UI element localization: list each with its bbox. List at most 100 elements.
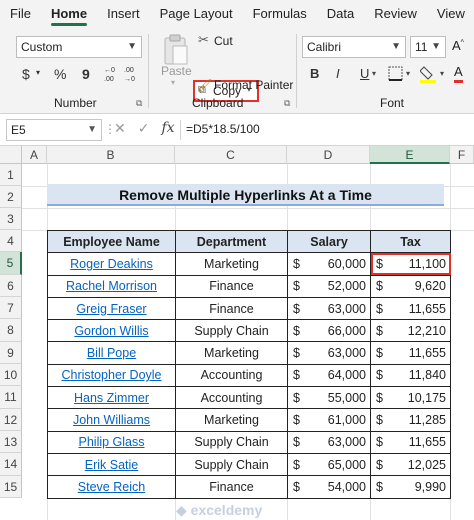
salary-cell[interactable]: $66,000 [287, 319, 371, 343]
enter-icon[interactable]: ✓ [138, 120, 150, 137]
column-header-f[interactable]: F [450, 146, 474, 164]
salary-cell[interactable]: $63,000 [287, 341, 371, 365]
row-header-6[interactable]: 6 [0, 275, 22, 297]
row-header-13[interactable]: 13 [0, 431, 22, 453]
row-header-12[interactable]: 12 [0, 409, 22, 431]
employee-name-cell[interactable]: Steve Reich [47, 475, 176, 499]
employee-name-cell[interactable]: Bill Pope [47, 341, 176, 365]
chevron-down-icon[interactable]: ▾ [171, 78, 175, 87]
tax-cell[interactable]: $11,655 [370, 341, 451, 365]
row-header-9[interactable]: 9 [0, 342, 22, 364]
tax-cell[interactable]: $11,840 [370, 363, 451, 388]
formula-input[interactable]: =D5*18.5/100 [186, 122, 260, 136]
department-cell[interactable]: Marketing [175, 408, 288, 432]
chevron-down-icon[interactable]: ▾ [406, 69, 410, 78]
employee-name-link[interactable]: Philip Glass [79, 435, 145, 449]
salary-cell[interactable]: $61,000 [287, 408, 371, 432]
select-all-button[interactable] [0, 146, 22, 164]
employee-name-link[interactable]: Steve Reich [78, 480, 145, 494]
chevron-down-icon[interactable]: ▾ [36, 68, 40, 77]
department-cell[interactable]: Marketing [175, 252, 288, 276]
insert-function-icon[interactable]: fx [161, 120, 174, 137]
row-header-11[interactable]: 11 [0, 386, 22, 409]
tab-home[interactable]: Home [41, 0, 97, 28]
header-tax[interactable]: Tax [370, 229, 451, 254]
tab-file[interactable]: File [0, 0, 41, 28]
row-header-3[interactable]: 3 [0, 208, 22, 230]
column-header-c[interactable]: C [175, 146, 287, 164]
salary-cell[interactable]: $60,000 [287, 252, 371, 276]
tab-insert[interactable]: Insert [97, 0, 150, 28]
tax-cell[interactable]: $11,100 [370, 252, 451, 276]
row-header-2[interactable]: 2 [0, 186, 22, 208]
department-cell[interactable]: Accounting [175, 386, 288, 410]
employee-name-link[interactable]: John Williams [73, 413, 150, 427]
name-box[interactable]: E5 ▼ [6, 119, 102, 141]
row-header-4[interactable]: 4 [0, 230, 22, 252]
department-cell[interactable]: Supply Chain [175, 452, 288, 477]
tax-cell[interactable]: $11,285 [370, 408, 451, 432]
employee-name-link[interactable]: Christopher Doyle [61, 368, 161, 382]
comma-style-button[interactable]: 9 [82, 66, 90, 82]
employee-name-cell[interactable]: Greig Fraser [47, 296, 176, 321]
department-cell[interactable]: Supply Chain [175, 430, 288, 454]
dialog-launcher-icon[interactable]: ⧉ [284, 98, 290, 109]
cut-button[interactable]: Cut [214, 34, 233, 48]
decrease-decimal-icon[interactable]: .00→0 [124, 64, 140, 82]
row-header-14[interactable]: 14 [0, 453, 22, 476]
tab-review[interactable]: Review [364, 0, 427, 28]
tax-cell[interactable]: $12,025 [370, 452, 451, 477]
department-cell[interactable]: Finance [175, 296, 288, 321]
font-color-icon[interactable]: A [454, 64, 463, 83]
number-format-dropdown[interactable]: Custom ▼ [16, 36, 142, 58]
bold-button[interactable]: B [310, 66, 319, 81]
tax-cell[interactable]: $12,210 [370, 319, 451, 343]
employee-name-cell[interactable]: Rachel Morrison [47, 274, 176, 298]
dialog-launcher-icon[interactable]: ⧉ [136, 98, 142, 109]
tax-cell[interactable]: $9,990 [370, 475, 451, 499]
fill-color-icon[interactable] [420, 64, 438, 84]
header-department[interactable]: Department [175, 229, 288, 254]
salary-cell[interactable]: $52,000 [287, 274, 371, 298]
tab-data[interactable]: Data [317, 0, 364, 28]
salary-cell[interactable]: $54,000 [287, 475, 371, 499]
sheet-title[interactable]: Remove Multiple Hyperlinks At a Time [47, 184, 444, 206]
header-employee-name[interactable]: Employee Name [47, 229, 176, 254]
italic-button[interactable]: I [336, 66, 340, 81]
column-header-b[interactable]: B [47, 146, 175, 164]
tax-cell[interactable]: $9,620 [370, 274, 451, 298]
worksheet-grid[interactable]: A B C D E F 1 2 3 4 5 6 7 8 9 10 11 12 1… [0, 146, 474, 520]
employee-name-cell[interactable]: Hans Zimmer [47, 386, 176, 410]
row-header-10[interactable]: 10 [0, 364, 22, 386]
employee-name-link[interactable]: Gordon Willis [74, 324, 148, 338]
paste-icon[interactable] [162, 34, 190, 68]
tab-view[interactable]: View [427, 0, 474, 28]
department-cell[interactable]: Finance [175, 274, 288, 298]
borders-icon[interactable] [388, 66, 404, 82]
row-header-1[interactable]: 1 [0, 164, 22, 186]
employee-name-cell[interactable]: Roger Deakins [47, 252, 176, 276]
department-cell[interactable]: Finance [175, 475, 288, 499]
underline-button[interactable]: U [360, 66, 369, 81]
employee-name-cell[interactable]: Philip Glass [47, 430, 176, 454]
row-header-7[interactable]: 7 [0, 297, 22, 319]
font-name-dropdown[interactable]: Calibri ▼ [302, 36, 406, 58]
employee-name-cell[interactable]: John Williams [47, 408, 176, 432]
header-salary[interactable]: Salary [287, 229, 371, 254]
column-header-d[interactable]: D [287, 146, 370, 164]
department-cell[interactable]: Marketing [175, 341, 288, 365]
employee-name-link[interactable]: Greig Fraser [76, 302, 146, 316]
employee-name-link[interactable]: Bill Pope [87, 346, 136, 360]
tax-cell[interactable]: $11,655 [370, 430, 451, 454]
employee-name-link[interactable]: Erik Satie [85, 458, 139, 472]
column-header-a[interactable]: A [22, 146, 47, 164]
employee-name-link[interactable]: Roger Deakins [70, 257, 153, 271]
currency-format-button[interactable]: $ [22, 66, 30, 82]
increase-font-size-icon[interactable]: A^ [452, 38, 464, 53]
tab-page-layout[interactable]: Page Layout [150, 0, 243, 28]
cancel-icon[interactable]: ✕ [114, 120, 126, 137]
department-cell[interactable]: Supply Chain [175, 319, 288, 343]
salary-cell[interactable]: $64,000 [287, 363, 371, 388]
salary-cell[interactable]: $55,000 [287, 386, 371, 410]
salary-cell[interactable]: $63,000 [287, 430, 371, 454]
